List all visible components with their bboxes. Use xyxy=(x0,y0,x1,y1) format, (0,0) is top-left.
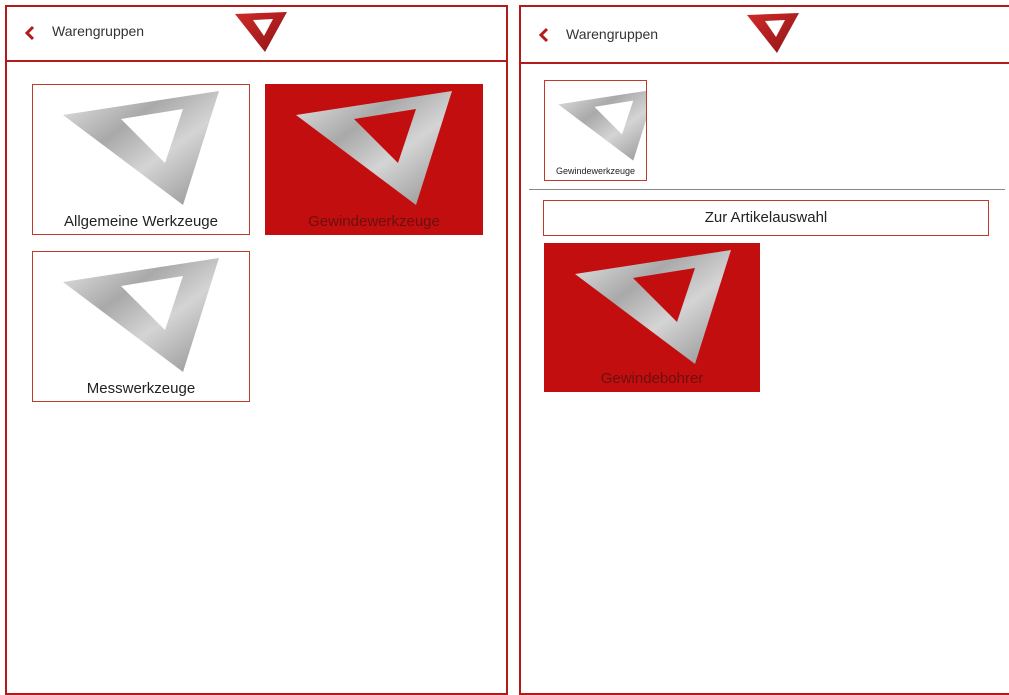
tile-allgemeine-werkzeuge[interactable]: Allgemeine Werkzeuge xyxy=(32,84,250,235)
triangle-ruler-icon xyxy=(575,250,731,364)
tile-messwerkzeuge[interactable]: Messwerkzeuge xyxy=(32,251,250,402)
chevron-left-icon[interactable] xyxy=(537,23,551,47)
tile-label: Gewindewerkzeuge xyxy=(555,166,636,176)
page-title: Warengruppen xyxy=(566,26,659,42)
tile-label: Gewindebohrer xyxy=(600,370,704,387)
divider xyxy=(529,189,1005,190)
red-triangle-logo-icon xyxy=(233,10,289,59)
header: Warengruppen xyxy=(521,7,1009,64)
header: Warengruppen xyxy=(7,7,506,62)
breadcrumb-tile-gewindewerkzeuge[interactable]: Gewindewerkzeuge xyxy=(544,80,647,181)
triangle-ruler-icon xyxy=(296,91,452,205)
tile-label: Messwerkzeuge xyxy=(86,380,196,397)
left-panel: Warengruppen Allgemeine Werkzeuge Gewind… xyxy=(5,5,508,695)
tile-gewindewerkzeuge[interactable]: Gewindewerkzeuge xyxy=(265,84,483,235)
red-triangle-logo-icon xyxy=(745,11,801,60)
triangle-ruler-icon xyxy=(63,258,219,372)
article-selection-button[interactable]: Zur Artikelauswahl xyxy=(543,200,989,236)
tile-label: Allgemeine Werkzeuge xyxy=(64,213,218,230)
page-title: Warengruppen xyxy=(52,23,145,39)
triangle-ruler-icon xyxy=(558,90,646,161)
chevron-left-icon[interactable] xyxy=(23,21,37,45)
triangle-ruler-icon xyxy=(63,91,219,205)
tile-label: Gewindewerkzeuge xyxy=(308,213,440,230)
right-panel: Warengruppen Gewindewerkzeuge Zur Artike… xyxy=(519,5,1009,695)
tile-gewindebohrer[interactable]: Gewindebohrer xyxy=(544,243,760,392)
